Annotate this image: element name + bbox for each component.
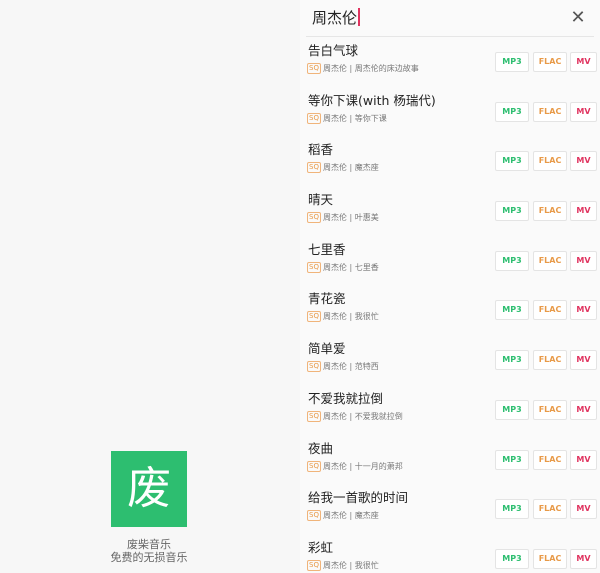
artist-album: 周杰伦 | 魔杰座 <box>322 511 379 521</box>
mv-button[interactable]: MV <box>570 101 597 122</box>
mp3-button[interactable]: MP3 <box>495 499 529 520</box>
song-meta: SQ 周杰伦 | 魔杰座 <box>307 162 379 174</box>
song-meta: SQ 周杰伦 | 叶惠美 <box>307 212 379 224</box>
song-title[interactable]: 简单爱 <box>308 338 346 357</box>
mp3-button[interactable]: MP3 <box>495 449 529 470</box>
flac-button[interactable]: FLAC <box>533 250 567 271</box>
song-meta: SQ 周杰伦 | 七里香 <box>307 261 379 273</box>
list-item[interactable]: 彩虹 SQ 周杰伦 | 我很忙 MP3 FLAC MV <box>300 534 600 573</box>
mv-button[interactable]: MV <box>570 449 597 470</box>
artist-album: 周杰伦 | 等你下课 <box>322 113 387 123</box>
flac-button[interactable]: FLAC <box>533 101 567 122</box>
sq-badge: SQ <box>307 559 321 571</box>
artist-album: 周杰伦 | 我很忙 <box>322 560 379 570</box>
artist-album: 周杰伦 | 魔杰座 <box>322 163 379 173</box>
list-item[interactable]: 稻香 SQ 周杰伦 | 魔杰座 MP3 FLAC MV <box>300 136 600 186</box>
mv-button[interactable]: MV <box>570 151 597 172</box>
artist-album: 周杰伦 | 范特西 <box>322 362 379 372</box>
sq-badge: SQ <box>307 112 321 124</box>
sq-badge: SQ <box>307 510 321 522</box>
list-item[interactable]: 夜曲 SQ 周杰伦 | 十一月的萧邦 MP3 FLAC MV <box>300 435 600 485</box>
song-title[interactable]: 不爱我就拉倒 <box>308 388 383 407</box>
sq-badge: SQ <box>307 410 321 422</box>
flac-button[interactable]: FLAC <box>533 151 567 172</box>
list-item[interactable]: 等你下课(with 杨瑞代) SQ 周杰伦 | 等你下课 MP3 FLAC MV <box>300 87 600 137</box>
artist-album: 周杰伦 | 我很忙 <box>322 312 379 322</box>
song-title[interactable]: 彩虹 <box>308 537 333 556</box>
mp3-button[interactable]: MP3 <box>495 250 529 271</box>
sq-badge: SQ <box>307 361 321 373</box>
splash-panel: 废 废柴音乐 免费的无损音乐 <box>0 0 300 573</box>
app-name: 废柴音乐 <box>127 538 171 551</box>
mp3-button[interactable]: MP3 <box>495 300 529 321</box>
app-logo-char: 废 <box>127 463 171 514</box>
flac-button[interactable]: FLAC <box>533 350 567 371</box>
list-item[interactable]: 给我一首歌的时间 SQ 周杰伦 | 魔杰座 MP3 FLAC MV <box>300 484 600 534</box>
song-meta: SQ 周杰伦 | 周杰伦的床边故事 <box>307 63 419 74</box>
mp3-button[interactable]: MP3 <box>495 350 529 371</box>
search-input[interactable] <box>312 6 522 28</box>
search-bar: ✕ <box>306 0 594 37</box>
artist-album: 周杰伦 | 周杰伦的床边故事 <box>322 64 419 73</box>
results-list: 告白气球 SQ 周杰伦 | 周杰伦的床边故事 MP3 FLAC MV 等你下课(with 杨… <box>300 37 600 573</box>
song-meta: SQ 周杰伦 | 我很忙 <box>307 311 379 323</box>
mv-button[interactable]: MV <box>570 350 597 371</box>
song-meta: SQ 周杰伦 | 不爱我就拉倒 <box>307 410 403 422</box>
song-title[interactable]: 给我一首歌的时间 <box>308 487 408 506</box>
song-meta: SQ 周杰伦 | 魔杰座 <box>307 510 379 522</box>
flac-button[interactable]: FLAC <box>533 201 567 222</box>
mp3-button[interactable]: MP3 <box>495 399 529 420</box>
song-title[interactable]: 等你下课(with 杨瑞代) <box>308 90 436 109</box>
song-title[interactable]: 青花瓷 <box>308 288 346 307</box>
list-item[interactable]: 告白气球 SQ 周杰伦 | 周杰伦的床边故事 MP3 FLAC MV <box>300 37 600 87</box>
mp3-button[interactable]: MP3 <box>495 52 529 72</box>
mp3-button[interactable]: MP3 <box>495 151 529 172</box>
mv-button[interactable]: MV <box>570 399 597 420</box>
artist-album: 周杰伦 | 十一月的萧邦 <box>322 461 403 471</box>
song-title[interactable]: 七里香 <box>308 239 346 258</box>
text-caret <box>358 8 360 26</box>
close-icon[interactable]: ✕ <box>566 5 590 29</box>
song-meta: SQ 周杰伦 | 范特西 <box>307 361 379 373</box>
mv-button[interactable]: MV <box>570 201 597 222</box>
artist-album: 周杰伦 | 七里香 <box>322 262 379 272</box>
sq-badge: SQ <box>307 162 321 174</box>
song-meta: SQ 周杰伦 | 十一月的萧邦 <box>307 460 403 472</box>
song-title[interactable]: 告白气球 <box>308 40 358 59</box>
list-item[interactable]: 不爱我就拉倒 SQ 周杰伦 | 不爱我就拉倒 MP3 FLAC MV <box>300 385 600 435</box>
flac-button[interactable]: FLAC <box>533 499 567 520</box>
mp3-button[interactable]: MP3 <box>495 101 529 122</box>
search-panel: ✕ 告白气球SQ周杰伦 | 周杰伦的床边故事MP3FLACMV等你下课(with… <box>300 0 600 573</box>
mv-button[interactable]: MV <box>570 250 597 271</box>
artist-album: 周杰伦 | 不爱我就拉倒 <box>322 411 403 421</box>
sq-badge: SQ <box>307 63 321 74</box>
song-meta: SQ 周杰伦 | 我很忙 <box>307 559 379 571</box>
list-item[interactable]: 晴天 SQ 周杰伦 | 叶惠美 MP3 FLAC MV <box>300 186 600 236</box>
song-title[interactable]: 晴天 <box>308 189 333 208</box>
list-item[interactable]: 七里香 SQ 周杰伦 | 七里香 MP3 FLAC MV <box>300 236 600 286</box>
app-slogan: 免费的无损音乐 <box>110 551 188 564</box>
app-logo: 废 <box>111 451 187 527</box>
song-title[interactable]: 稻香 <box>308 139 333 158</box>
flac-button[interactable]: FLAC <box>533 399 567 420</box>
mv-button[interactable]: MV <box>570 300 597 321</box>
flac-button[interactable]: FLAC <box>533 52 567 72</box>
sq-badge: SQ <box>307 460 321 472</box>
mv-button[interactable]: MV <box>570 52 597 72</box>
song-title[interactable]: 夜曲 <box>308 438 333 457</box>
mp3-button[interactable]: MP3 <box>495 201 529 222</box>
mv-button[interactable]: MV <box>570 548 597 569</box>
list-item[interactable]: 青花瓷 SQ 周杰伦 | 我很忙 MP3 FLAC MV <box>300 285 600 335</box>
mp3-button[interactable]: MP3 <box>495 548 529 569</box>
sq-badge: SQ <box>307 311 321 323</box>
sq-badge: SQ <box>307 261 321 273</box>
sq-badge: SQ <box>307 212 321 224</box>
flac-button[interactable]: FLAC <box>533 449 567 470</box>
song-meta: SQ 周杰伦 | 等你下课 <box>307 112 387 124</box>
list-item[interactable]: 简单爱 SQ 周杰伦 | 范特西 MP3 FLAC MV <box>300 335 600 385</box>
mv-button[interactable]: MV <box>570 499 597 520</box>
flac-button[interactable]: FLAC <box>533 548 567 569</box>
flac-button[interactable]: FLAC <box>533 300 567 321</box>
artist-album: 周杰伦 | 叶惠美 <box>322 213 379 223</box>
